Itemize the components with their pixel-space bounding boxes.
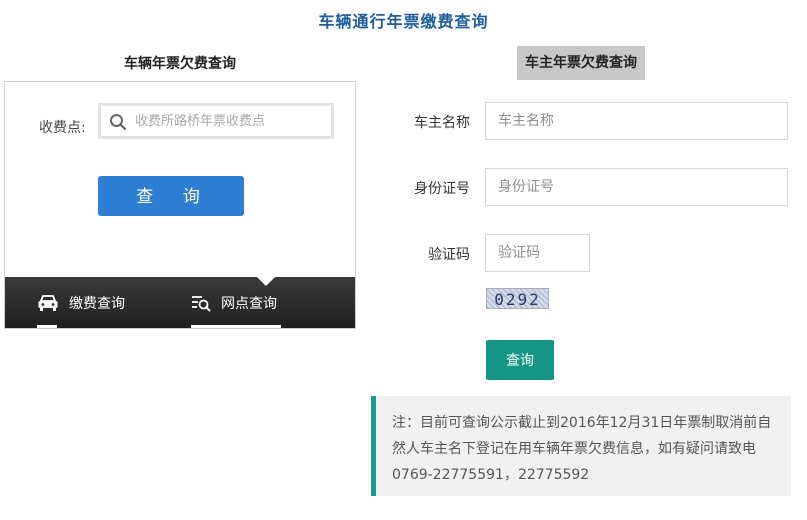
- station-search-input[interactable]: [135, 106, 325, 136]
- notice-box: 注：目前可查询公示截止到2016年12月31日年票制取消前自然人车主名下登记在用…: [371, 396, 791, 496]
- pay-query-tab[interactable]: 缴费查询: [37, 277, 125, 328]
- bottom-nav-bar: 缴费查询 网点查询: [5, 277, 355, 328]
- car-icon: [38, 294, 58, 311]
- pay-query-underline: [37, 325, 57, 328]
- owner-name-label: 车主名称: [414, 115, 470, 131]
- station-label: 收费点:: [39, 120, 86, 136]
- id-number-input[interactable]: [485, 168, 788, 206]
- captcha-label: 验证码: [428, 247, 470, 263]
- outlet-query-tab[interactable]: 网点查询: [191, 277, 277, 328]
- page-title: 车辆通行年票缴费查询: [318, 12, 489, 31]
- list-search-icon: [192, 295, 211, 311]
- captcha-input[interactable]: [485, 234, 590, 272]
- captcha-image[interactable]: 0292: [486, 288, 549, 309]
- vehicle-query-panel: 收费点: 查 询 缴费查询: [4, 81, 356, 329]
- outlet-query-label: 网点查询: [221, 295, 277, 312]
- search-icon: [110, 114, 127, 131]
- submit-button[interactable]: 查询: [486, 340, 554, 380]
- owner-arrears-heading: 车主年票欠费查询: [517, 46, 645, 80]
- owner-name-input[interactable]: [485, 102, 788, 140]
- pay-query-label: 缴费查询: [69, 295, 125, 312]
- outlet-query-underline: [191, 325, 281, 328]
- query-button[interactable]: 查 询: [98, 176, 244, 216]
- vehicle-arrears-heading: 车辆年票欠费查询: [124, 56, 236, 72]
- id-number-label: 身份证号: [414, 181, 470, 197]
- station-search-box[interactable]: [98, 103, 334, 139]
